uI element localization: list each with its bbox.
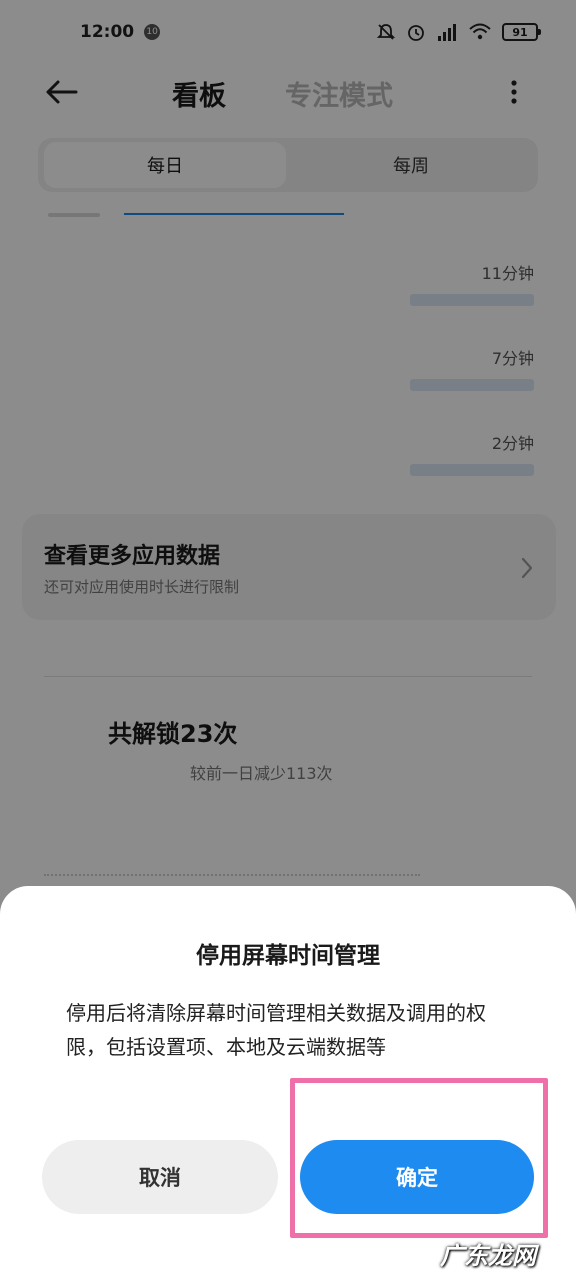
divider — [44, 676, 532, 677]
status-icons: 91 — [376, 22, 541, 42]
mute-icon — [376, 24, 396, 40]
status-time: 12:00 — [80, 22, 135, 42]
chart-gridline — [44, 874, 420, 876]
signal-icon — [438, 24, 456, 41]
watermark-logo: 广东龙网 — [440, 1242, 536, 1270]
app-usage-bar — [410, 294, 534, 306]
period-segmented-control: 每日 每周 — [38, 138, 538, 192]
app-usage-duration: 11分钟 — [481, 264, 534, 283]
battery-icon: 91 — [502, 23, 541, 41]
app-usage-bar — [410, 379, 534, 391]
app-usage-row[interactable]: 7分钟 — [410, 345, 534, 391]
tab-focus-mode[interactable]: 专注模式 — [285, 74, 393, 113]
app-usage-duration: 2分钟 — [491, 434, 534, 453]
more-app-data-title: 查看更多应用数据 — [44, 544, 221, 569]
disable-dialog: 停用屏幕时间管理 停用后将清除屏幕时间管理相关数据及调用的权限，包括设置项、本地… — [0, 886, 576, 1280]
cancel-button[interactable]: 取消 — [42, 1140, 278, 1214]
unlock-comparison: 较前一日减少113次 — [190, 764, 333, 783]
more-app-data-card[interactable]: 查看更多应用数据 还可对应用使用时长进行限制 — [22, 514, 556, 620]
alarm-icon — [408, 25, 424, 41]
toolbar: 看板 专注模式 — [0, 64, 576, 120]
dialog-message: 停用后将清除屏幕时间管理相关数据及调用的权限，包括设置项、本地及云端数据等 — [66, 1001, 486, 1059]
battery-level: 91 — [512, 25, 528, 39]
tab-dashboard[interactable]: 看板 — [172, 74, 226, 113]
chart-selection-line — [124, 213, 344, 215]
notification-badge: 10 — [144, 24, 161, 40]
back-arrow-icon[interactable] — [44, 76, 80, 108]
app-usage-duration: 7分钟 — [491, 349, 534, 368]
app-usage-row[interactable]: 11分钟 — [410, 260, 534, 306]
more-vertical-icon[interactable] — [506, 76, 522, 108]
wifi-icon — [469, 23, 491, 40]
unlock-count: 共解锁23次 — [108, 720, 238, 748]
chevron-right-icon — [521, 557, 533, 579]
more-app-data-subtitle: 还可对应用使用时长进行限制 — [44, 578, 240, 596]
status-bar: 12:00 10 91 — [0, 0, 576, 64]
app-usage-bar — [410, 464, 534, 476]
segment-daily[interactable]: 每日 — [44, 142, 286, 188]
app-usage-row[interactable]: 2分钟 — [410, 430, 534, 476]
segment-weekly[interactable]: 每周 — [290, 142, 532, 188]
dialog-title: 停用屏幕时间管理 — [196, 943, 380, 969]
chart-axis — [48, 213, 100, 217]
confirm-button[interactable]: 确定 — [300, 1140, 534, 1214]
